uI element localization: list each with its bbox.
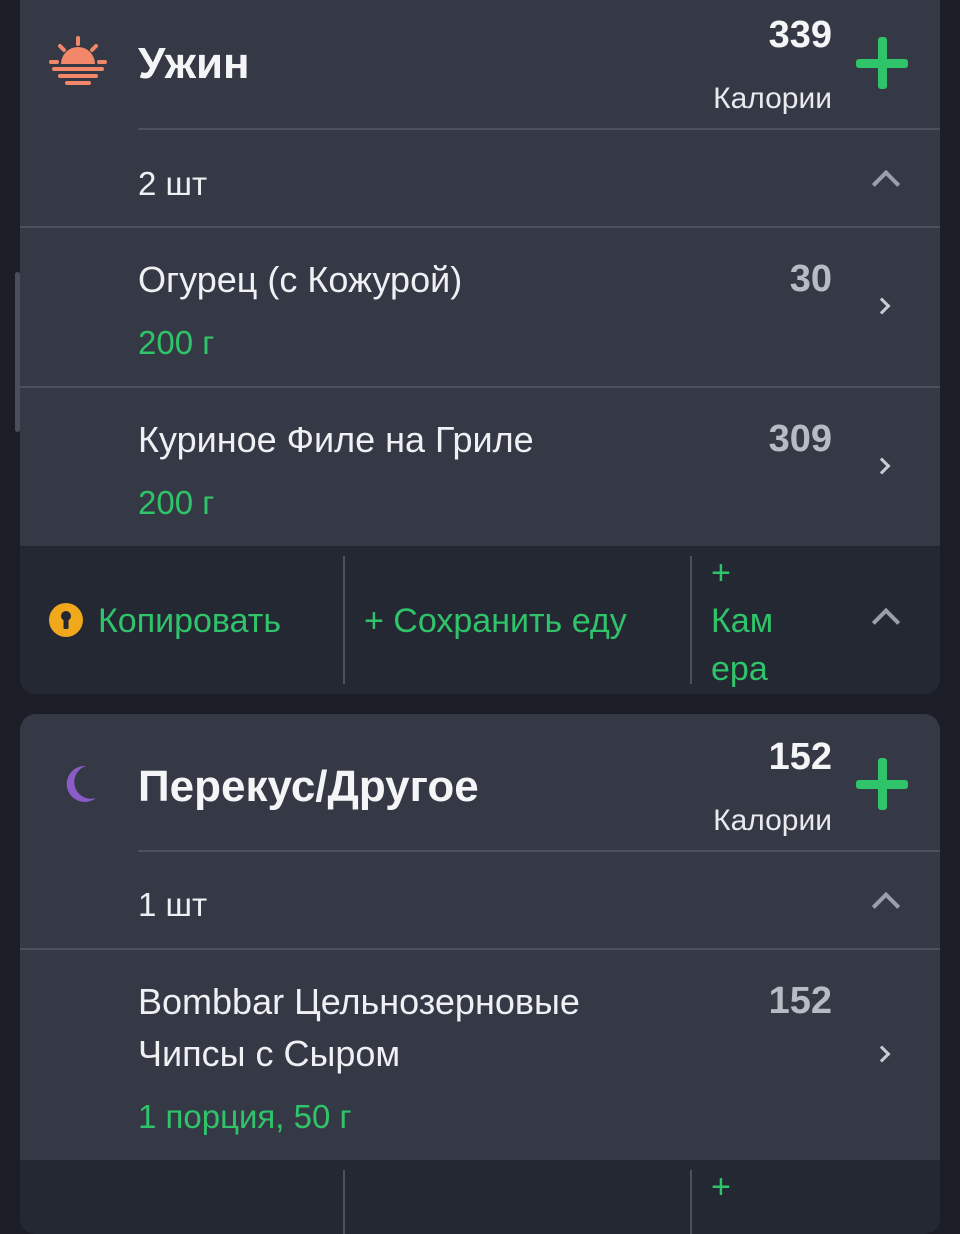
food-name: Куриное Филе на Гриле — [138, 419, 534, 460]
chevron-right-icon[interactable] — [873, 457, 891, 475]
lock-icon — [49, 603, 83, 637]
meal-calories-label: Калории — [713, 804, 832, 837]
action-separator — [690, 556, 692, 684]
chevron-right-icon[interactable] — [873, 297, 891, 315]
divider — [138, 128, 940, 130]
moon-icon — [66, 765, 96, 802]
action-bar: + — [20, 1160, 940, 1234]
chevron-right-icon[interactable] — [873, 1045, 891, 1063]
meal-title: Перекус/Другое — [138, 762, 479, 811]
food-amount: 200 г — [138, 484, 215, 521]
food-name-line1: Bombbar Цельнозерновые — [138, 981, 580, 1022]
action-bar: Копировать + Сохранить еду + Кам ера — [20, 546, 940, 694]
divider — [20, 948, 940, 950]
food-name-line2: Чипсы с Сыром — [138, 1033, 401, 1074]
meal-calories-label: Калории — [713, 82, 832, 115]
sunset-icon — [49, 36, 107, 85]
item-count: 1 шт — [138, 886, 208, 923]
item-count: 2 шт — [138, 165, 208, 202]
divider — [20, 226, 940, 228]
save-food-button[interactable]: + Сохранить еду — [364, 602, 627, 641]
action-separator — [343, 1170, 345, 1234]
chevron-up-icon[interactable] — [871, 607, 901, 637]
divider — [138, 850, 940, 852]
meal-calories: 152 — [768, 736, 832, 778]
food-amount: 200 г — [138, 324, 215, 361]
camera-label-line2: ера — [711, 650, 768, 688]
meal-calories: 339 — [768, 14, 832, 56]
add-food-button[interactable] — [856, 37, 908, 89]
camera-plus[interactable]: + — [711, 1168, 731, 1207]
chevron-up-icon[interactable] — [871, 891, 901, 921]
camera-plus: + — [711, 554, 731, 592]
camera-label-line1: Кам — [711, 602, 774, 640]
food-calories: 152 — [768, 980, 832, 1022]
copy-label: Копировать — [98, 602, 282, 640]
action-separator — [690, 1170, 692, 1234]
food-calories: 30 — [789, 258, 832, 300]
food-amount: 1 порция, 50 г — [138, 1098, 352, 1135]
add-food-button[interactable] — [856, 758, 908, 810]
meal-card-dinner: Ужин 339 Калории 2 шт Огурец (с Кожурой)… — [20, 0, 940, 694]
meal-title: Ужин — [138, 39, 250, 88]
meal-card-snack: Перекус/Другое 152 Калории 1 шт Bombbar … — [20, 714, 940, 1234]
chevron-up-icon[interactable] — [871, 169, 901, 199]
food-calories: 309 — [768, 418, 832, 460]
action-separator — [343, 556, 345, 684]
food-name: Огурец (с Кожурой) — [138, 259, 463, 300]
divider — [20, 386, 940, 388]
